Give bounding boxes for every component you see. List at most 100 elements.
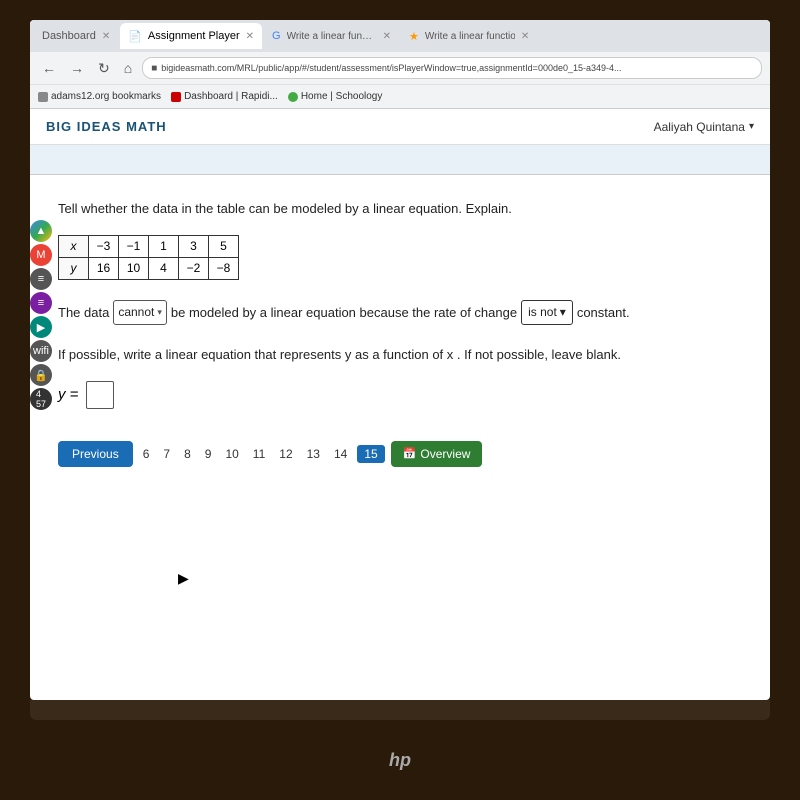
tab-write-linear2-label: Write a linear function ^ w...	[425, 31, 515, 42]
tab-write-linear1-label: Write a linear function $^S wit...	[287, 31, 377, 42]
x-val-1: −3	[89, 235, 119, 257]
lock-icon: 🔒	[30, 364, 52, 386]
second-question-text: If possible, write a linear equation tha…	[58, 345, 742, 365]
end-text: constant.	[577, 301, 630, 324]
x-label: x	[59, 235, 89, 257]
reload-button[interactable]: ↻	[94, 58, 114, 79]
y-label: y	[59, 257, 89, 279]
user-dropdown[interactable]: Aaliyah Quintana ▾	[654, 120, 754, 134]
gmail-icon[interactable]: M	[30, 244, 52, 266]
bookmark-dashboard-label: Dashboard | Rapidi...	[184, 91, 278, 102]
clock-icon: 457	[30, 388, 52, 410]
y-equals-label: y =	[58, 386, 78, 403]
is-not-value: is not	[528, 302, 557, 324]
cannot-dropdown[interactable]: cannot ▾	[113, 300, 167, 326]
the-data-text: The data	[58, 301, 109, 324]
page-15-current[interactable]: 15	[357, 445, 384, 463]
tab-write-linear1-close[interactable]: ✕	[383, 31, 391, 42]
x-val-3: 1	[149, 235, 179, 257]
home-button[interactable]: ⌂	[120, 58, 136, 78]
is-not-dropdown-arrow: ▾	[560, 302, 566, 324]
user-name: Aaliyah Quintana	[654, 120, 745, 134]
bookmark-adams12[interactable]: adams12.org bookmarks	[38, 91, 161, 102]
url-text: bigideasmath.com/MRL/public/app/#/studen…	[161, 63, 621, 73]
tab-dashboard-label: Dashboard	[42, 30, 96, 42]
tab-write-linear2-close[interactable]: ✕	[521, 31, 529, 42]
app-header: BIG IDEAS MATH Aaliyah Quintana ▾	[30, 109, 770, 145]
page-7[interactable]: 7	[159, 445, 174, 463]
wifi-icon: wifi	[30, 340, 52, 362]
page-8[interactable]: 8	[180, 445, 195, 463]
overview-button[interactable]: 📅 Overview	[391, 441, 483, 467]
google-meet-icon[interactable]: ▶	[30, 316, 52, 338]
secure-icon: ■	[151, 63, 157, 74]
x-val-5: 5	[209, 235, 239, 257]
is-not-dropdown[interactable]: is not ▾	[521, 300, 573, 326]
tab-assignment-player[interactable]: 📄 Assignment Player ✕	[120, 23, 262, 49]
table-row-x: x −3 −1 1 3 5	[59, 235, 239, 257]
y-val-2: 10	[119, 257, 149, 279]
address-bar: ← → ↻ ⌂ ■ bigideasmath.com/MRL/public/ap…	[30, 52, 770, 84]
data-table: x −3 −1 1 3 5 y 16 10 4 −2 −8	[58, 235, 239, 280]
y-equals-row: y =	[58, 381, 742, 409]
overview-label: Overview	[420, 447, 470, 461]
google-forms-icon[interactable]: ≡	[30, 292, 52, 314]
page-14[interactable]: 14	[330, 445, 351, 463]
page-11[interactable]: 11	[249, 445, 269, 463]
y-val-3: 4	[149, 257, 179, 279]
back-button[interactable]: ←	[38, 58, 60, 78]
bookmark-dashboard[interactable]: Dashboard | Rapidi...	[171, 91, 278, 102]
bookmark-adams12-label: adams12.org bookmarks	[51, 91, 161, 102]
browser-chrome: Dashboard ✕ 📄 Assignment Player ✕ G Writ…	[30, 20, 770, 109]
table-row-y: y 16 10 4 −2 −8	[59, 257, 239, 279]
middle-text: be modeled by a linear equation because …	[171, 301, 517, 324]
answer-sentence: The data cannot ▾ be modeled by a linear…	[58, 300, 742, 326]
tab-star-icon: ★	[409, 30, 419, 43]
bookmark-schoology-icon	[288, 92, 298, 102]
cannot-value: cannot	[118, 302, 154, 324]
chevron-down-icon: ▾	[749, 121, 754, 132]
tab-write-linear1[interactable]: G Write a linear function $^S wit... ✕	[264, 23, 399, 49]
page-9[interactable]: 9	[201, 445, 216, 463]
url-box[interactable]: ■ bigideasmath.com/MRL/public/app/#/stud…	[142, 57, 762, 79]
x-val-4: 3	[179, 235, 209, 257]
calendar-icon: 📅	[403, 447, 417, 460]
bookmark-schoology-label: Home | Schoology	[301, 91, 383, 102]
tab-assignment-player-label: Assignment Player	[148, 30, 240, 42]
y-val-4: −2	[179, 257, 209, 279]
page-6[interactable]: 6	[139, 445, 154, 463]
cursor: ▶	[178, 570, 189, 587]
tab-assignment-player-close[interactable]: ✕	[246, 31, 254, 42]
previous-button[interactable]: Previous	[58, 441, 133, 467]
page-10[interactable]: 10	[221, 445, 242, 463]
bookmark-schoology[interactable]: Home | Schoology	[288, 91, 383, 102]
tab-dashboard-close[interactable]: ✕	[102, 31, 110, 42]
tab-bar: Dashboard ✕ 📄 Assignment Player ✕ G Writ…	[30, 20, 770, 52]
tab-icon: 📄	[128, 30, 142, 43]
google-drive-icon[interactable]: ▲	[30, 220, 52, 242]
main-content: Tell whether the data in the table can b…	[30, 175, 770, 491]
browser-screen: Dashboard ✕ 📄 Assignment Player ✕ G Writ…	[30, 20, 770, 700]
page-12[interactable]: 12	[275, 445, 296, 463]
pagination-nav: Previous 6 7 8 9 10 11 12 13 14 15 📅 Ove…	[58, 429, 742, 467]
cannot-dropdown-arrow: ▾	[157, 304, 162, 320]
hp-logo-text: hp	[389, 750, 411, 771]
hp-logo-area: hp	[375, 740, 425, 780]
question-text: Tell whether the data in the table can b…	[58, 199, 742, 219]
side-icons-panel: ▲ M ≡ ≡ ▶ wifi 🔒 457	[30, 220, 52, 410]
y-val-5: −8	[209, 257, 239, 279]
tab-write-linear2[interactable]: ★ Write a linear function ^ w... ✕	[401, 23, 537, 49]
bookmark-dashboard-icon	[171, 92, 181, 102]
google-docs-icon[interactable]: ≡	[30, 268, 52, 290]
y-answer-input[interactable]	[86, 381, 114, 409]
tab-google-icon: G	[272, 30, 281, 42]
banner-area	[30, 145, 770, 175]
tab-dashboard[interactable]: Dashboard ✕	[34, 23, 118, 49]
page-13[interactable]: 13	[303, 445, 324, 463]
x-val-2: −1	[119, 235, 149, 257]
y-val-1: 16	[89, 257, 119, 279]
forward-button[interactable]: →	[66, 58, 88, 78]
bookmark-folder-icon	[38, 92, 48, 102]
bookmarks-bar: adams12.org bookmarks Dashboard | Rapidi…	[30, 84, 770, 108]
laptop-bottom-bezel	[30, 700, 770, 720]
